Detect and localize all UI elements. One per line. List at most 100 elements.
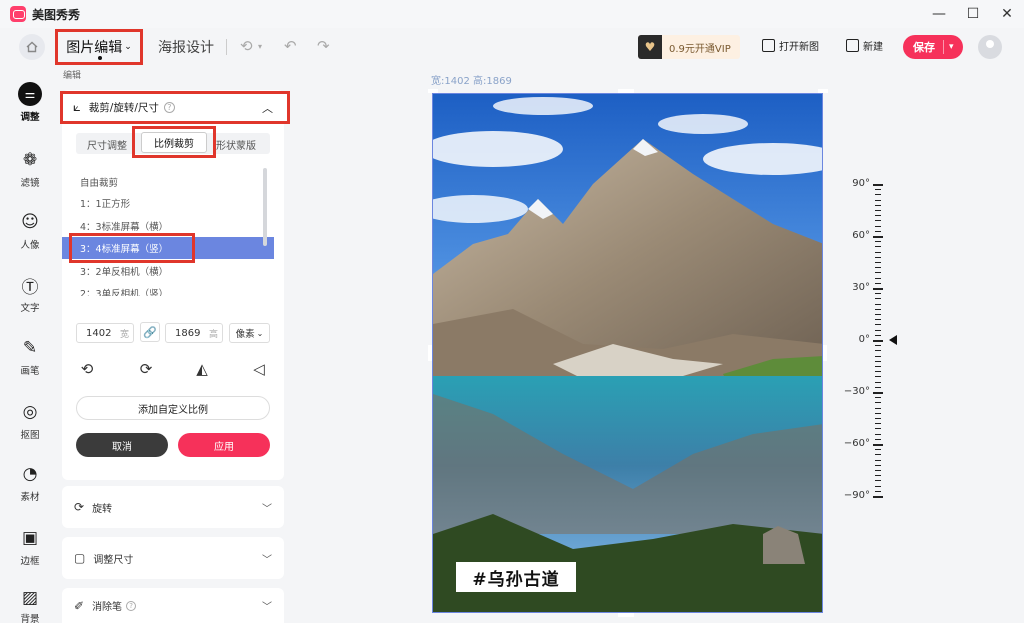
flip-horizontal-icon[interactable]: ◭ <box>193 360 211 378</box>
rail-label: 素材 <box>20 492 40 503</box>
user-avatar[interactable] <box>978 35 1002 59</box>
rotation-ruler[interactable]: 90° 60° 30° 0° −30° −60° −90° <box>840 175 910 505</box>
link-ratio-icon[interactable]: 🔗 <box>140 322 160 342</box>
accordion-label: 旋转 <box>92 503 113 515</box>
rail-label: 画笔 <box>20 366 40 377</box>
home-button[interactable] <box>19 34 45 60</box>
maximize-button[interactable]: ☐ <box>956 0 990 28</box>
ruler-tick <box>873 288 883 290</box>
ruler-label: 90° <box>852 178 870 189</box>
accordion-rotate[interactable]: ⟳ 旋转 ﹀ <box>62 486 284 528</box>
rotate-right-icon[interactable]: ⟳ <box>137 360 155 378</box>
width-field[interactable]: 1402 宽 <box>76 323 134 343</box>
chevron-down-icon: ﹀ <box>262 554 272 566</box>
redo-icon[interactable]: ↷ <box>317 37 330 55</box>
save-button[interactable]: 保存 ▾ <box>903 35 963 59</box>
rail-item-cutout[interactable]: ◎ 抠图 <box>0 400 60 441</box>
rotate-left-icon[interactable]: ⟲ <box>78 360 96 378</box>
rail-item-filter[interactable]: ❁ 滤镜 <box>0 148 60 189</box>
tab-image-edit[interactable]: 图片编辑 ⌄ <box>55 29 143 65</box>
open-new-image-button[interactable]: 打开新图 <box>762 38 819 53</box>
crop-handle[interactable] <box>428 345 432 361</box>
ruler-label: 30° <box>852 282 870 293</box>
subtab-ratio-crop[interactable]: 比例裁剪 <box>132 126 216 158</box>
save-dropdown-icon[interactable]: ▾ <box>943 40 954 54</box>
new-button[interactable]: 新建 <box>846 38 883 53</box>
history-dropdown-icon[interactable]: ▾ <box>258 42 262 51</box>
height-field[interactable]: 1869 高 <box>165 323 223 343</box>
ratio-item[interactable]: 3：2单反相机（横） <box>62 260 274 282</box>
accordion-resize[interactable]: ▢ 调整尺寸 ﹀ <box>62 537 284 579</box>
ruler-tick <box>875 454 881 456</box>
rail-item-brush[interactable]: ✎ 画笔 <box>0 336 60 377</box>
accordion-label: 调整尺寸 <box>93 554 134 566</box>
rail-item-text[interactable]: Ⓣ 文字 <box>0 273 60 315</box>
add-custom-ratio-button[interactable]: 添加自定义比例 <box>76 396 270 420</box>
cancel-button[interactable]: 取消 <box>76 433 168 457</box>
ruler-tick <box>875 470 881 471</box>
ruler-tick <box>875 262 881 263</box>
ruler-tick <box>875 293 881 295</box>
ratio-item[interactable]: 1：1正方形 <box>62 192 274 214</box>
ruler-tick <box>875 412 881 414</box>
flip-vertical-icon[interactable]: ◁ <box>250 360 268 378</box>
ruler-tick <box>875 256 881 258</box>
subtab-shape-mask[interactable]: 形状蒙版 <box>216 137 256 152</box>
landscape-photo <box>433 94 822 612</box>
crop-handle[interactable] <box>428 89 438 93</box>
vip-button[interactable]: ♥ 0.9元开通VIP <box>638 35 740 59</box>
rail-label: 背景 <box>20 614 40 623</box>
history-icon[interactable]: ⟲ <box>240 37 253 55</box>
undo-icon[interactable]: ↶ <box>284 37 297 55</box>
ruler-tick <box>875 251 881 253</box>
subtab-ratio-crop-label: 比例裁剪 <box>141 131 207 153</box>
ruler-tick <box>875 428 881 430</box>
ratio-item[interactable]: 自由裁剪 <box>62 171 274 193</box>
close-button[interactable]: ✕ <box>990 0 1024 28</box>
rail-label: 滤镜 <box>20 178 40 189</box>
crop-handle[interactable] <box>823 345 827 361</box>
crop-handle[interactable] <box>618 89 634 93</box>
height-value: 1869 <box>175 327 201 339</box>
ratio-list-scrollbar[interactable] <box>263 168 267 246</box>
rail-label: 抠图 <box>20 430 40 441</box>
ruler-tick <box>875 438 881 440</box>
accordion-eraser[interactable]: ✐ 消除笔 ? ﹀ <box>62 588 284 623</box>
ruler-tick <box>875 220 881 222</box>
filter-icon: ❁ <box>22 150 38 170</box>
help-icon[interactable]: ? <box>163 102 175 113</box>
canvas-image[interactable] <box>432 93 823 613</box>
tab-image-edit-label: 图片编辑 <box>66 40 123 56</box>
minimize-button[interactable]: — <box>922 0 956 28</box>
ruler-tick <box>875 334 881 336</box>
height-unit: 高 <box>208 329 218 340</box>
ruler-tick <box>873 340 883 342</box>
subtab-size-adjust[interactable]: 尺寸调整 <box>87 137 127 152</box>
help-icon[interactable]: ? <box>126 600 137 611</box>
ruler-tick <box>875 241 881 243</box>
ruler-tick <box>875 423 881 425</box>
crop-section-header[interactable]: ⟀ 裁剪/旋转/尺寸 ? ︿ <box>60 91 290 124</box>
rail-item-frame[interactable]: ▣ 边框 <box>0 526 60 567</box>
rail-item-adjust[interactable]: ⚌ 调整 <box>0 82 60 123</box>
rail-item-portrait[interactable]: ☺ 人像 <box>0 210 60 251</box>
rail-item-sticker[interactable]: ◔ 素材 <box>0 462 60 503</box>
ratio-item[interactable]: 2：3单反相机（竖） <box>62 282 274 296</box>
ruler-tick <box>875 381 881 383</box>
rail-item-background[interactable]: ▨ 背景 <box>0 588 60 623</box>
crop-handle[interactable] <box>618 613 634 617</box>
crop-handle[interactable] <box>818 89 828 93</box>
unit-select[interactable]: 像素 ⌄ <box>229 323 270 343</box>
chevron-up-icon[interactable]: ︿ <box>262 100 273 116</box>
eraser-icon: ✐ <box>74 598 85 613</box>
width-unit: 宽 <box>119 329 129 340</box>
apply-button[interactable]: 应用 <box>178 433 270 457</box>
ruler-tick <box>875 355 881 357</box>
tab-poster-design[interactable]: 海报设计 <box>158 37 214 57</box>
ruler-tick <box>875 386 881 388</box>
top-toolbar: 图片编辑 ⌄ 海报设计 ⟲ ▾ ↶ ↷ ♥ 0.9元开通VIP 打开新图 新建 … <box>0 28 1024 68</box>
new-label: 新建 <box>863 42 883 53</box>
ruler-tick <box>875 407 881 409</box>
ruler-tick <box>875 464 881 466</box>
ruler-tick <box>875 199 881 201</box>
